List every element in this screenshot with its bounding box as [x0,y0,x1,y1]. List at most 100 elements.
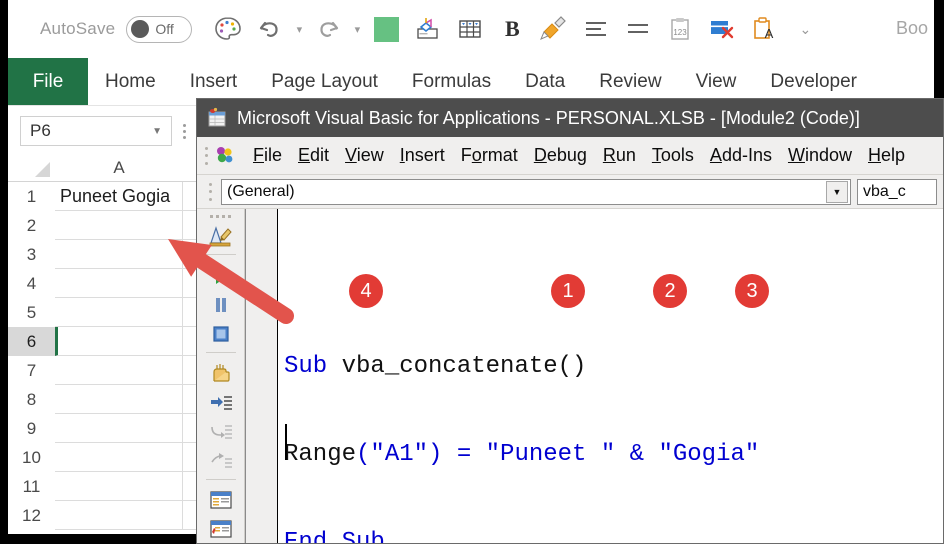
menu-bar-grip[interactable] [201,145,211,167]
reset-stop-icon[interactable] [204,320,238,347]
format-painter-icon[interactable] [534,9,574,49]
worksheet-grid: A 1 Puneet Gogia 2 3 4 5 6 7 8 9 10 11 12 [8,155,208,534]
vba-menu-help[interactable]: Help [860,145,913,166]
procedure-combo-box[interactable]: vba_c [857,178,937,205]
cell-a5[interactable] [55,298,183,327]
row-header-8[interactable]: 8 [8,385,55,414]
vba-menu-debug[interactable]: Debug [526,145,595,166]
align-left-icon[interactable] [576,9,616,49]
table-row[interactable]: 7 [8,356,208,385]
undo-icon[interactable] [250,9,290,49]
table-row[interactable]: 2 [8,211,208,240]
code-segment: Range [284,441,357,468]
row-header-3[interactable]: 3 [8,240,55,269]
select-all-corner[interactable] [8,155,55,182]
vba-menu-add-ins[interactable]: Add-Ins [702,145,780,166]
code-segment: ("A1") = "Puneet " & "Gogia" [356,441,760,468]
column-header-row: A [8,155,208,182]
step-out-icon[interactable] [204,447,238,474]
paste-values-icon[interactable]: A [744,9,784,49]
step-into-icon[interactable] [204,389,238,416]
cell-a2[interactable] [55,211,183,240]
cell-a7[interactable] [55,356,183,385]
customize-quick-access-toolbar-icon[interactable]: ⌄ [798,14,812,44]
vba-logo-icon [217,146,233,162]
code-text[interactable]: Sub vba_concatenate() Range("A1") = "Pune… [278,209,943,543]
row-header-2[interactable]: 2 [8,211,55,240]
vba-menu-view[interactable]: View [337,145,392,166]
object-combo-box[interactable]: (General) ▼ [221,178,851,205]
row-header-4[interactable]: 4 [8,269,55,298]
code-editor[interactable]: Sub vba_concatenate() Range("A1") = "Pune… [245,209,943,543]
row-header-5[interactable]: 5 [8,298,55,327]
number-format-icon[interactable]: 123 [660,9,700,49]
formula-bar-expand-icon[interactable] [182,123,186,139]
cell-a9[interactable] [55,414,183,443]
name-box-value: P6 [30,121,51,140]
name-box[interactable]: P6 ▼ [20,116,172,146]
table-row[interactable]: 10 [8,443,208,472]
table-row[interactable]: 12 [8,501,208,530]
chevron-down-icon[interactable]: ▼ [152,126,162,137]
quick-access-toolbar: AutoSave Off ▾ ▾ B 123 A ⌄ Boo [8,0,934,58]
cell-a3[interactable] [55,240,183,269]
toggle-folders-icon[interactable] [204,360,238,387]
clear-icon[interactable] [702,9,742,49]
pause-icon[interactable] [204,291,238,318]
cell-a1[interactable]: Puneet Gogia [55,182,183,211]
column-header-a[interactable]: A [55,155,183,182]
vba-menu-insert[interactable]: Insert [392,145,453,166]
3d-model-icon[interactable] [408,9,448,49]
cell-a6[interactable] [55,327,183,356]
design-mode-icon[interactable] [204,222,238,249]
row-header-10[interactable]: 10 [8,443,55,472]
code-toolbar-grip[interactable] [205,181,215,203]
toolbar-separator [205,352,236,353]
table-row[interactable]: 4 [8,269,208,298]
paint-palette-icon[interactable] [208,9,248,49]
redo-dropdown-icon[interactable]: ▾ [350,14,364,44]
vba-menu-format[interactable]: Format [453,145,526,166]
tab-file[interactable]: File [8,58,88,105]
project-explorer-icon[interactable] [204,487,238,514]
run-icon[interactable] [204,262,238,289]
row-header-11[interactable]: 11 [8,472,55,501]
properties-window-icon[interactable] [204,516,238,543]
row-header-12[interactable]: 12 [8,501,55,530]
fill-color-icon[interactable] [366,9,406,49]
bold-icon[interactable]: B [492,9,532,49]
table-row[interactable]: 9 [8,414,208,443]
vba-menu-file[interactable]: File [245,145,290,166]
table-icon[interactable] [450,9,490,49]
vba-menu-edit[interactable]: Edit [290,145,337,166]
left-toolbar-grip[interactable] [210,212,232,220]
table-row[interactable]: 11 [8,472,208,501]
object-combo-chevron-down-icon[interactable]: ▼ [826,180,848,203]
row-header-1[interactable]: 1 [8,182,55,211]
cell-a4[interactable] [55,269,183,298]
vba-menu-tools[interactable]: Tools [644,145,702,166]
autosave-toggle[interactable]: Off [126,15,193,43]
cell-a10[interactable] [55,443,183,472]
table-row[interactable]: 3 [8,240,208,269]
table-row[interactable]: 6 [8,327,208,356]
row-header-7[interactable]: 7 [8,356,55,385]
table-row[interactable]: 8 [8,385,208,414]
redo-icon[interactable] [308,9,348,49]
vba-menu-window[interactable]: Window [780,145,860,166]
undo-dropdown-icon[interactable]: ▾ [292,14,306,44]
formula-bar-row: P6 ▼ [8,107,208,155]
step-over-icon[interactable] [204,418,238,445]
row-header-9[interactable]: 9 [8,414,55,443]
row-header-6[interactable]: 6 [8,327,55,356]
code-margin-indicator-bar [246,209,278,543]
table-row[interactable]: 1 Puneet Gogia [8,182,208,211]
table-row[interactable]: 5 [8,298,208,327]
tab-home[interactable]: Home [88,58,173,105]
cell-a8[interactable] [55,385,183,414]
align-center-icon[interactable] [618,9,658,49]
cell-a11[interactable] [55,472,183,501]
vba-menu-run[interactable]: Run [595,145,644,166]
cell-a12[interactable] [55,501,183,530]
